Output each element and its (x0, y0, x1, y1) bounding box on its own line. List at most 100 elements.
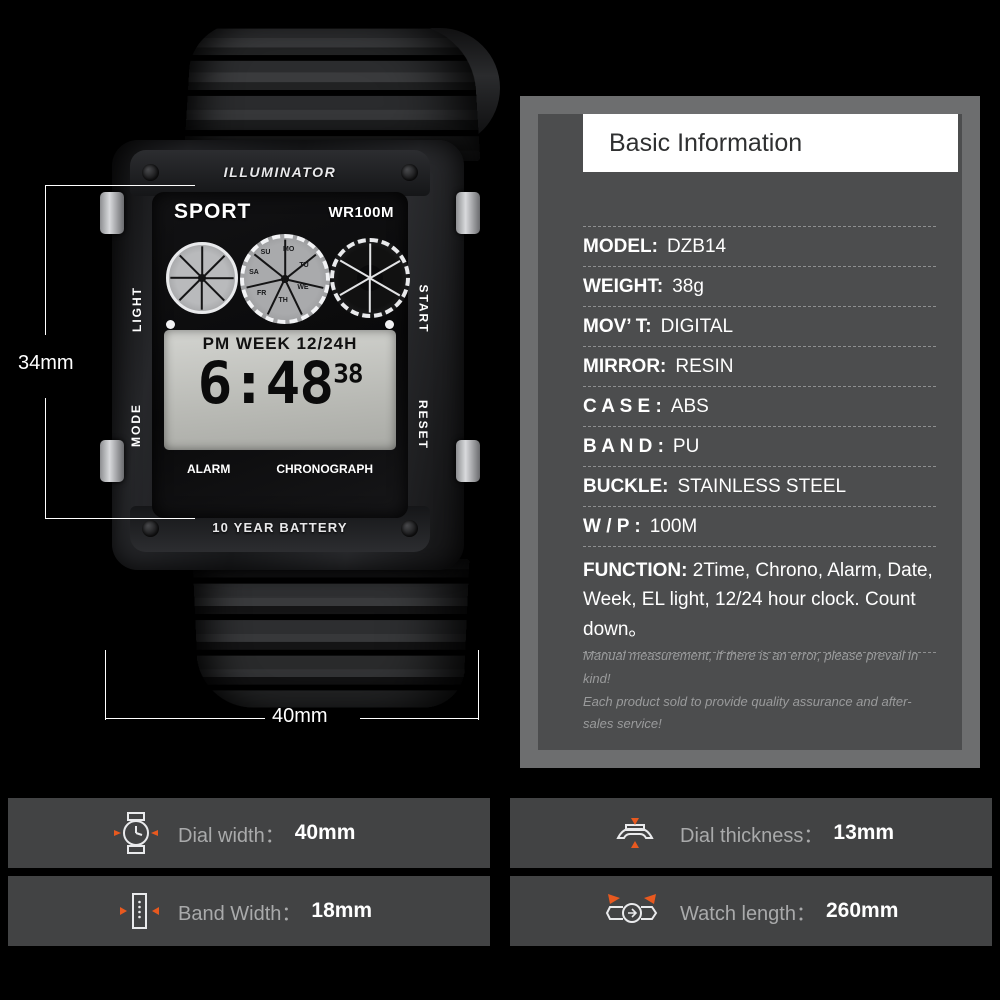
disclaimer-line-1: Manual measurement, if there is an error… (583, 648, 919, 686)
spec-value: 100M (649, 516, 698, 537)
subdial-spoke (201, 255, 225, 279)
dimension-card-label: Band Width： (178, 902, 302, 925)
guide-width-left (105, 718, 265, 719)
specification-list: MODEL: DZB14 WEIGHT: 38g MOV’ T: DIGITAL MIRRO… (583, 226, 936, 654)
dimension-card: Dial thickness： 13mm (510, 798, 992, 868)
dial-dot-left (166, 320, 175, 329)
subdial-weekday-label: WE (297, 284, 309, 292)
spec-value: ABS (670, 396, 709, 417)
guide-bottom-horizontal (45, 518, 195, 519)
dial-label-light: LIGHT (130, 286, 144, 332)
subdial-right (330, 238, 410, 318)
spec-value: DZB14 (666, 236, 727, 257)
subdial-weekday-label: FR (257, 289, 267, 297)
subdial-spoke (170, 277, 202, 279)
dial-label-start: START (416, 284, 431, 334)
pusher-light[interactable] (100, 192, 124, 234)
watch-strap-bottom (192, 558, 470, 708)
dimension-card: Dial width： 40mm (8, 798, 490, 868)
bezel-top-text: ILLUMINATOR (223, 164, 337, 180)
spec-row: BUCKLE: STAINLESS STEEL (583, 466, 936, 506)
dimension-card: Watch length： 260mm (510, 876, 992, 946)
watch-length-icon (510, 888, 680, 934)
dial-label-alarm: ALARM (187, 462, 231, 476)
subdial-row: MO TU WE TH FR SA SU (160, 234, 410, 324)
spec-row: MOV’ T: DIGITAL (583, 306, 936, 346)
dimension-card-label: Dial width： (178, 824, 285, 847)
dimension-card-value: 40mm (294, 821, 356, 844)
pusher-reset[interactable] (456, 440, 480, 482)
guide-vertical-lower (45, 398, 46, 518)
subdial-spoke (253, 253, 286, 280)
dimension-card-grid: Dial width： 40mm Dial thickness： 13mm Band W… (0, 798, 1000, 988)
measurement-width-label: 40mm (272, 705, 328, 727)
dimension-card-label: Dial thickness： (680, 824, 824, 847)
spec-key: FUNCTION: (583, 560, 688, 581)
spec-value: DIGITAL (660, 316, 734, 337)
dimension-card-value: 260mm (826, 899, 899, 922)
dimension-card: Band Width： 18mm (8, 876, 490, 946)
spec-value: STAINLESS STEEL (677, 476, 847, 497)
product-photo-area: ILLUMINATOR 10 YEAR BATTERY SPORT WR100M… (0, 0, 510, 790)
spec-value: 38g (672, 276, 704, 297)
subdial-spoke (201, 278, 203, 310)
spec-key: MOV’ T: (583, 316, 652, 337)
dial-dot-right (385, 320, 394, 329)
basic-information-inner: Basic Information MODEL: DZB14 WEIGHT: 38g M… (538, 114, 962, 750)
lcd-time-value: 6:48 (197, 349, 335, 417)
dial-label-reset: RESET (415, 399, 430, 451)
watch-band-icon (8, 888, 178, 934)
spec-value: PU (672, 436, 700, 457)
guide-top-horizontal (45, 185, 195, 186)
spec-key: MODEL: (583, 236, 658, 257)
subdial-weekday-label: SU (260, 249, 271, 257)
pusher-mode[interactable] (100, 440, 124, 482)
subdial-left (166, 242, 238, 314)
lcd-footer: ALARM CHRONOGRAPH (164, 462, 396, 476)
spec-key: WEIGHT: (583, 276, 664, 297)
subdial-spoke (201, 277, 225, 301)
measurement-height-label: 34mm (18, 352, 74, 374)
spec-row: W / P : 100M (583, 506, 936, 546)
subdial-weekday-label: TU (299, 261, 309, 269)
guide-right-tick (478, 650, 479, 720)
bezel-bottom-text: 10 YEAR BATTERY (212, 520, 348, 535)
subdial-spoke (179, 277, 203, 301)
watch-profile-icon (510, 810, 680, 856)
pusher-start[interactable] (456, 192, 480, 234)
spec-key: B A N D : (583, 436, 664, 457)
dial-brand-label: SPORT (174, 200, 252, 223)
watch-body: ILLUMINATOR 10 YEAR BATTERY SPORT WR100M… (100, 140, 480, 570)
lcd-seconds-value: 38 (333, 359, 363, 390)
panel-title: Basic Information (583, 114, 958, 172)
dimension-card-label: Watch length： (680, 902, 816, 925)
spec-key: W / P : (583, 516, 641, 537)
watch-dial: SPORT WR100M LIGHT START MODE RESET MO TU… (129, 192, 430, 518)
subdial-weekday-label: SA (249, 268, 259, 276)
watch-dial-icon (8, 810, 178, 856)
basic-information-panel: Basic Information MODEL: DZB14 WEIGHT: 38g M… (520, 96, 980, 768)
spec-key: BUCKLE: (583, 476, 669, 497)
guide-width-right (360, 718, 479, 719)
guide-left-tick (105, 650, 106, 720)
subdial-weekday-label: TH (278, 296, 288, 304)
spec-row-function: FUNCTION: 2Time, Chrono, Alarm, Date, We… (583, 546, 936, 654)
subdial-weekday-label: MO (283, 246, 295, 254)
bezel-top: ILLUMINATOR (130, 150, 430, 196)
subdial-spoke (179, 255, 203, 279)
spec-row: WEIGHT: 38g (583, 266, 936, 306)
subdial-spoke (369, 243, 371, 278)
subdial-weekday: MO TU WE TH FR SA SU (240, 234, 330, 324)
subdial-spoke (201, 246, 203, 278)
spec-row: B A N D : PU (583, 426, 936, 466)
subdial-spoke (369, 278, 371, 313)
spec-key: MIRROR: (583, 356, 667, 377)
dial-label-mode: MODE (129, 403, 143, 447)
dial-water-resistance-label: WR100M (328, 204, 394, 221)
dial-label-chronograph: CHRONOGRAPH (276, 462, 373, 476)
dimension-card-value: 13mm (833, 821, 895, 844)
subdial-spoke (202, 277, 234, 279)
lcd-display: PM WEEK 12/24H 6:4838 ALARM CHRONOGRAPH (164, 330, 396, 476)
spec-row: C A S E : ABS (583, 386, 936, 426)
spec-value: RESIN (675, 356, 734, 377)
